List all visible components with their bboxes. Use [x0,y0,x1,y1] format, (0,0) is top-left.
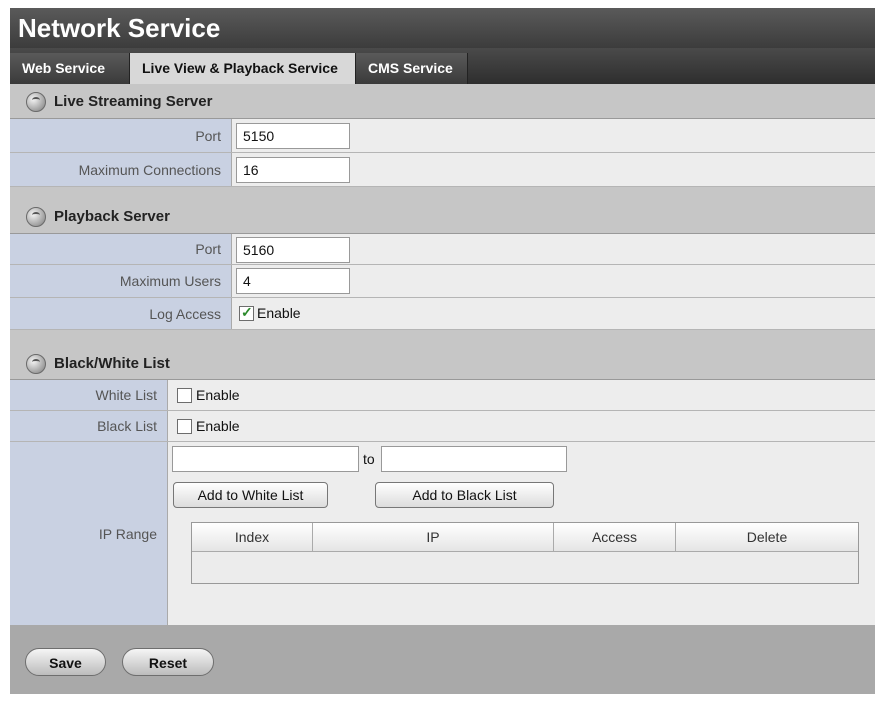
table-header-delete: Delete [676,523,858,552]
field-label: Port [10,119,232,152]
title-bar: Network Service [10,8,875,48]
to-label: to [363,451,375,467]
table-header-index: Index [192,523,313,552]
playback-port-input[interactable] [236,237,350,263]
field-label: Maximum Connections [10,153,232,186]
field-label: Port [10,234,232,264]
section-title: Live Streaming Server [54,93,213,110]
field-value-cell [232,234,875,264]
field-value-cell: Enable [232,298,875,329]
max-connections-input[interactable] [236,157,350,183]
log-access-row: Log Access Enable [10,298,875,330]
content-area: Live Streaming Server Port Maximum Conne… [10,84,875,694]
footer-bar: Save Reset [10,625,875,694]
globe-icon [26,354,46,374]
live-max-connections-row: Maximum Connections [10,153,875,187]
page-title: Network Service [18,13,221,43]
field-label: Black List [10,411,168,441]
section-playback: Playback Server [10,199,875,234]
save-button[interactable]: Save [25,648,106,676]
table-body [192,552,858,583]
log-access-checkbox[interactable] [239,304,254,321]
section-title: Black/White List [54,355,170,372]
tab-cms-service[interactable]: CMS Service [356,53,468,84]
globe-icon [26,207,46,227]
tab-web-service[interactable]: Web Service [10,53,130,84]
field-value-cell: Enable [168,411,875,441]
live-port-input[interactable] [236,123,350,149]
add-to-white-list-button[interactable]: Add to White List [173,482,328,508]
add-to-black-list-button[interactable]: Add to Black List [375,482,554,508]
checkbox-label: Enable [257,305,301,321]
white-list-row: White List Enable [10,380,875,411]
ip-range-from-input[interactable] [172,446,359,472]
black-list-checkbox[interactable] [177,419,192,434]
section-gap [10,187,875,199]
white-list-checkbox[interactable] [177,388,192,403]
field-label: White List [10,380,168,410]
checkbox-label: Enable [196,387,240,403]
playback-port-row: Port [10,234,875,265]
ip-list-table: Index IP Access Delete [191,522,859,584]
ip-range-to-input[interactable] [381,446,567,472]
network-service-panel: Network Service Web Service Live View & … [10,8,875,694]
tab-bar: Web Service Live View & Playback Service… [10,48,875,84]
tab-live-view-playback-service[interactable]: Live View & Playback Service [130,53,356,84]
max-users-input[interactable] [236,268,350,294]
live-port-row: Port [10,119,875,153]
field-label: Log Access [10,298,232,329]
globe-icon [26,92,46,112]
field-value-cell: Enable [168,380,875,410]
table-header-ip: IP [313,523,554,552]
field-label: Maximum Users [10,265,232,297]
field-value-cell: to Add to White List Add to Black List I… [168,442,875,625]
section-gap [10,330,875,348]
field-label: IP Range [10,442,168,625]
black-list-row: Black List Enable [10,411,875,442]
field-value-cell [232,153,875,186]
section-black-white-list: Black/White List [10,348,875,380]
section-title: Playback Server [54,208,170,225]
field-value-cell [232,119,875,152]
checkbox-label: Enable [196,418,240,434]
ip-range-row: IP Range to Add to White List Add to Bla… [10,442,875,625]
table-header-access: Access [554,523,676,552]
playback-max-users-row: Maximum Users [10,265,875,298]
field-value-cell [232,265,875,297]
reset-button[interactable]: Reset [122,648,214,676]
section-live-streaming: Live Streaming Server [10,84,875,119]
